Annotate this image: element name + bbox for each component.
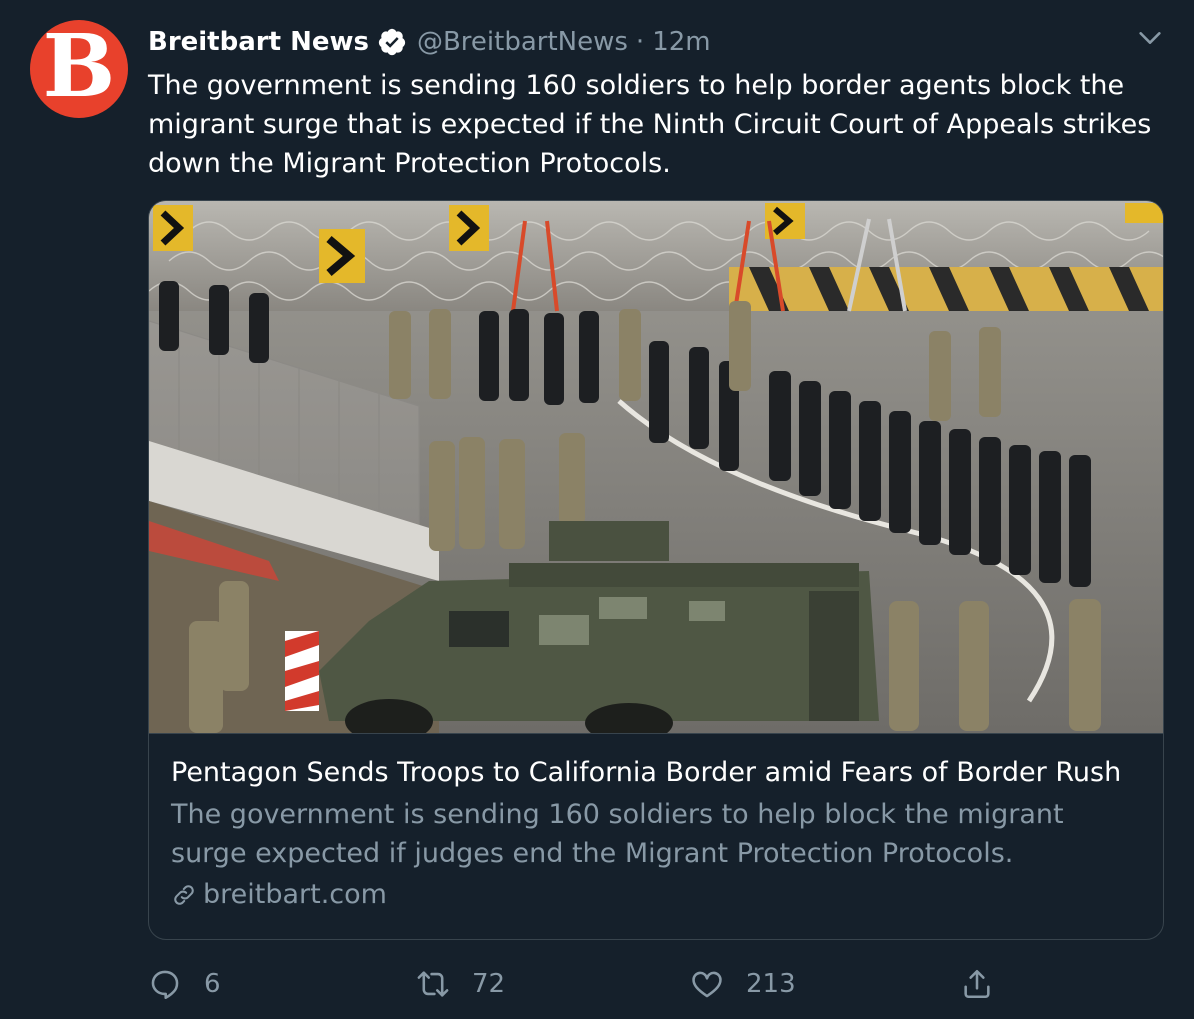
heart-icon bbox=[692, 971, 722, 998]
retweet-icon bbox=[417, 971, 449, 997]
card-body: Pentagon Sends Troops to California Bord… bbox=[171, 753, 1141, 910]
tweet-text: The government is sending 160 soldiers t… bbox=[148, 70, 1152, 179]
card-title: Pentagon Sends Troops to California Bord… bbox=[171, 757, 1122, 788]
author-handle[interactable]: @BreitbartNews bbox=[417, 27, 628, 57]
avatar-logo-letter: B bbox=[42, 20, 116, 117]
verified-badge-icon bbox=[378, 28, 406, 56]
reply-icon bbox=[151, 970, 179, 1000]
card-image bbox=[149, 201, 1163, 734]
reply-count: 6 bbox=[204, 969, 221, 999]
separator-dot: · bbox=[635, 27, 645, 57]
retweet-count: 72 bbox=[472, 969, 506, 999]
avatar[interactable]: B bbox=[30, 20, 128, 118]
retweet-button[interactable]: 72 bbox=[416, 960, 505, 1008]
author-name[interactable]: Breitbart News bbox=[148, 27, 369, 57]
tweet-actions: 6 72 213 bbox=[148, 960, 1164, 1008]
tweet[interactable]: B Breitbart News @BreitbartNews · 12m Th… bbox=[0, 0, 1194, 1019]
card-description: The government is sending 160 soldiers t… bbox=[171, 799, 1064, 869]
card-domain: breitbart.com bbox=[203, 879, 387, 910]
share-button[interactable] bbox=[960, 960, 994, 1008]
like-count: 213 bbox=[746, 969, 796, 999]
chevron-down-icon[interactable] bbox=[1136, 24, 1164, 52]
card-domain-row: breitbart.com bbox=[171, 879, 1141, 910]
share-icon bbox=[964, 969, 990, 999]
link-icon bbox=[174, 884, 194, 905]
tweet-timestamp[interactable]: 12m bbox=[652, 27, 710, 57]
reply-button[interactable]: 6 bbox=[148, 960, 221, 1008]
like-button[interactable]: 213 bbox=[690, 960, 796, 1008]
link-card[interactable]: Pentagon Sends Troops to California Bord… bbox=[148, 200, 1164, 940]
tweet-header: Breitbart News @BreitbartNews · 12m bbox=[148, 24, 711, 60]
